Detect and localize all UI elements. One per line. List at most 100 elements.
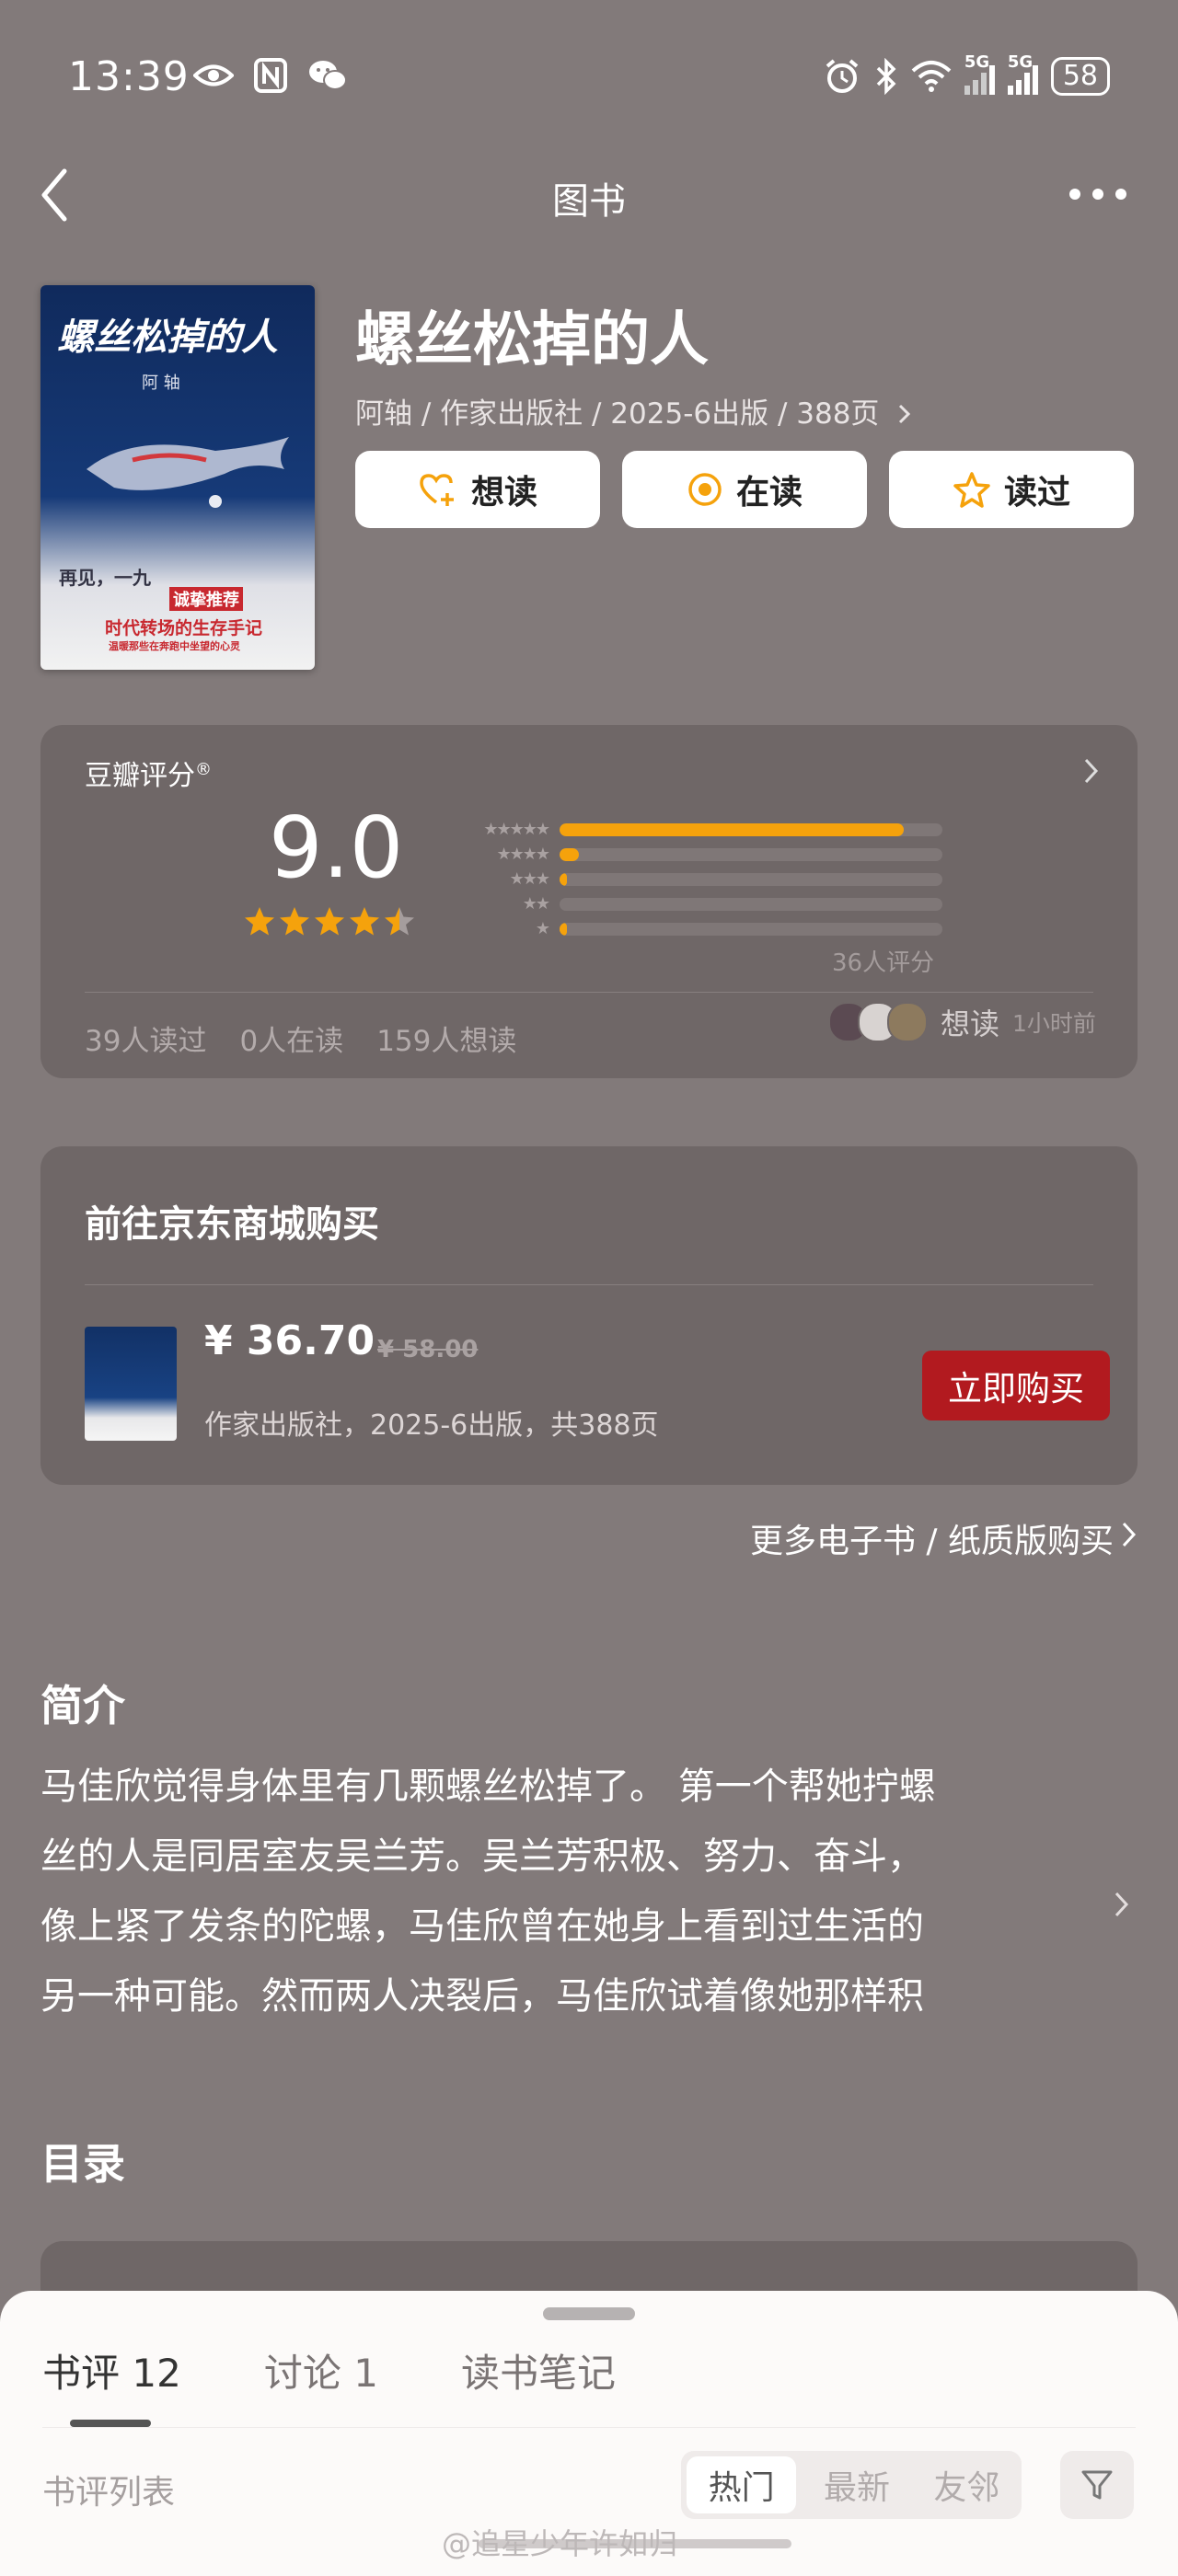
rating-bar-track (560, 872, 942, 886)
buy-now-button[interactable]: 立即购买 (922, 1351, 1110, 1420)
battery-indicator: 58 (1050, 57, 1110, 96)
signal-2-icon: 5G (1007, 52, 1038, 95)
want-to-read-button[interactable]: 想读 (355, 451, 600, 528)
have-read-label: 读过 (1003, 474, 1070, 512)
rating-bar-label: ★★★★ (496, 845, 550, 864)
friend-activity[interactable]: 想读 1小时前 (828, 1001, 1096, 1043)
active-tab-indicator (70, 2420, 151, 2427)
book-meta-link[interactable]: 阿轴 / 作家出版社 / 2025-6出版 / 388页 (355, 390, 912, 431)
divider (42, 2427, 1136, 2428)
current-price: ¥ 36.70 (204, 1317, 375, 1364)
intro-line: 马佳欣觉得身体里有几颗螺丝松掉了。 第一个帮她拧螺 (40, 1765, 936, 1808)
have-read-button[interactable]: 读过 (889, 451, 1134, 528)
rating-bar-fill (560, 872, 568, 886)
tab-discussions-label: 讨论 (263, 2351, 341, 2396)
sort-hot[interactable]: 热门 (687, 2456, 797, 2513)
network-label: 5G (964, 52, 990, 72)
chevron-right-icon[interactable] (1121, 1520, 1138, 1549)
cover-slogan-2: 温暖那些在奔跑中坐望的心灵 (109, 640, 240, 652)
tab-notes[interactable]: 读书笔记 (461, 2342, 616, 2398)
reading-count: 0人在读 (239, 1025, 344, 1058)
status-bar: 13:39 5G 5G 58 (0, 0, 1178, 156)
tab-discussions-count: 1 (353, 2351, 378, 2396)
rating-bar-fill (560, 922, 568, 936)
rating-score: 9.0 (269, 799, 404, 897)
rating-star-icon (245, 907, 274, 936)
eye-icon (193, 57, 234, 94)
intro-line: 像上紧了发条的陀螺，马佳欣曾在她身上看到过生活的 (40, 1905, 924, 1948)
chevron-right-icon (899, 404, 911, 424)
tab-notes-label: 读书笔记 (460, 2351, 616, 2396)
divider (85, 992, 1093, 993)
intro-line: 丝的人是同居室友吴兰芳。吴兰芳积极、努力、奋斗， (40, 1835, 924, 1878)
shelf-action-buttons: 想读 在读 读过 (355, 451, 1134, 528)
reading-button[interactable]: 在读 (622, 451, 867, 528)
avatar (887, 1002, 928, 1042)
rating-distribution: ★★★★★ ★★★★ ★★★ ★★ ★ (445, 817, 979, 941)
tab-discussions[interactable]: 讨论 1 (264, 2342, 378, 2398)
registered-mark: ® (195, 760, 212, 779)
rating-bar-label: ★★ (522, 894, 550, 914)
wifi-icon (911, 61, 952, 92)
purchase-title: 前往京东商城购买 (85, 1203, 379, 1246)
rating-count: 36人评分 (832, 949, 935, 977)
sheet-drag-handle[interactable] (543, 2307, 635, 2320)
rating-bar-label: ★★★★★ (483, 820, 550, 839)
intro-heading: 简介 (40, 1681, 125, 1731)
reading-label: 在读 (735, 474, 803, 512)
rating-star-icon (280, 907, 309, 936)
alarm-icon (826, 59, 859, 93)
intro-text[interactable]: 马佳欣觉得身体里有几颗螺丝松掉了。 第一个帮她拧螺 丝的人是同居室友吴兰芳。吴兰… (40, 1752, 1053, 2031)
rating-label: 豆瓣评分® (85, 753, 212, 793)
tab-reviews-label: 书评 (42, 2351, 121, 2396)
book-thumbnail[interactable] (85, 1327, 177, 1441)
status-left-icons (193, 57, 348, 94)
toc-heading: 目录 (40, 2139, 125, 2189)
friend-want-time: 1小时前 (1012, 1010, 1096, 1037)
more-options-icon[interactable] (1066, 180, 1130, 208)
filter-icon (1081, 2470, 1113, 2500)
cover-slogan: 时代转场的生存手记 (105, 618, 263, 638)
sort-latest[interactable]: 最新 (802, 2451, 911, 2519)
chevron-right-icon[interactable] (1114, 1890, 1130, 1919)
cover-author: 阿 轴 (142, 374, 180, 393)
chevron-right-icon[interactable] (1082, 756, 1101, 786)
rating-stars (243, 905, 416, 937)
star-outline-icon (953, 472, 990, 508)
reading-circle-icon (688, 473, 722, 506)
status-right-icons: 5G 5G 58 (823, 52, 1110, 96)
friend-want-label: 想读 (941, 1006, 1000, 1041)
rating-bar-track (560, 847, 942, 861)
read-count: 39人读过 (85, 1025, 207, 1058)
whale-illustration (87, 437, 289, 508)
friend-avatars (828, 1002, 928, 1042)
rating-bar-label: ★ (535, 919, 550, 938)
status-time: 13:39 (68, 53, 190, 100)
reader-stats: 39人读过 0人在读 159人想读 (85, 1018, 516, 1059)
rating-bar-label: ★★★ (509, 869, 550, 889)
rating-star-icon (350, 907, 379, 936)
book-meta-text: 阿轴 / 作家出版社 / 2025-6出版 / 388页 (355, 397, 880, 431)
want-to-read-label: 想读 (470, 474, 537, 512)
sort-segmented-control: 热门 最新 友邻 (681, 2451, 1022, 2519)
watermark: @追星少年许如归 (442, 2526, 678, 2561)
rating-bar-fill (560, 822, 905, 836)
original-price: ¥ 58.00 (377, 1336, 479, 1363)
rating-bar-row: ★★★ (445, 867, 979, 891)
filter-button[interactable] (1060, 2451, 1134, 2519)
rating-bar-track (560, 922, 942, 936)
book-title: 螺丝松掉的人 (355, 306, 709, 374)
more-purchase-options-link[interactable]: 更多电子书 / 纸质版购买 (750, 1514, 1114, 1562)
sort-friends[interactable]: 友邻 (912, 2451, 1022, 2519)
tab-reviews[interactable]: 书评 12 (42, 2342, 181, 2398)
review-tabs: 书评 12 讨论 1 读书笔记 (42, 2342, 616, 2398)
douban-rating-card[interactable]: 豆瓣评分® 9.0 ★★★★★ ★★★★ ★★★ ★★ ★ 36人评分 39人读过 0人… (40, 725, 1138, 1078)
tab-reviews-count: 12 (132, 2351, 181, 2396)
cover-title: 螺丝松掉的人 (57, 316, 278, 359)
book-cover[interactable]: 螺丝松掉的人 阿 轴 再见，一九 诚挚推荐 时代转场的生存手记 温暖那些在奔跑中… (40, 285, 315, 670)
review-list-label: 书评列表 (42, 2474, 176, 2512)
rating-bar-track (560, 822, 942, 836)
network-label-2: 5G (1007, 52, 1034, 72)
want-count: 159人想读 (376, 1025, 517, 1058)
rating-bar-fill (560, 847, 579, 861)
